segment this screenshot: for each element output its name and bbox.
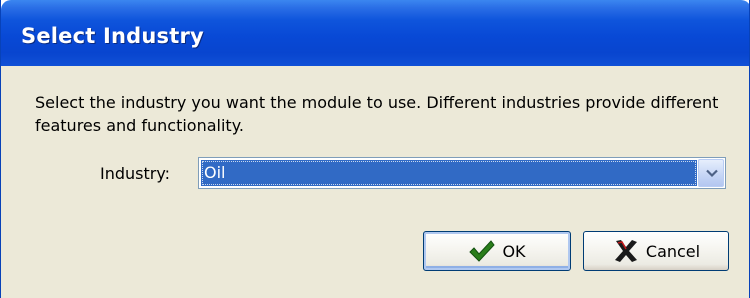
cancel-button-label: Cancel [645,241,701,261]
x-icon [614,240,637,262]
dialog-body: Select the industry you want the module … [1,66,749,298]
window-title: Select Industry [21,24,204,48]
chevron-down-icon [706,169,718,178]
description-text: Select the industry you want the module … [35,93,719,135]
industry-label: Industry: [100,164,171,183]
industry-selected-value[interactable]: Oil [201,160,697,186]
checkmark-icon [469,240,496,262]
dropdown-arrow-button[interactable] [698,159,724,187]
ok-button-label: OK [502,241,526,261]
title-bar[interactable]: Select Industry [1,0,749,66]
dialog-window: Select Industry Select the industry you … [0,0,750,298]
cancel-button[interactable]: Cancel [583,231,729,271]
industry-dropdown[interactable]: Oil [198,157,726,189]
ok-button[interactable]: OK [423,231,571,271]
